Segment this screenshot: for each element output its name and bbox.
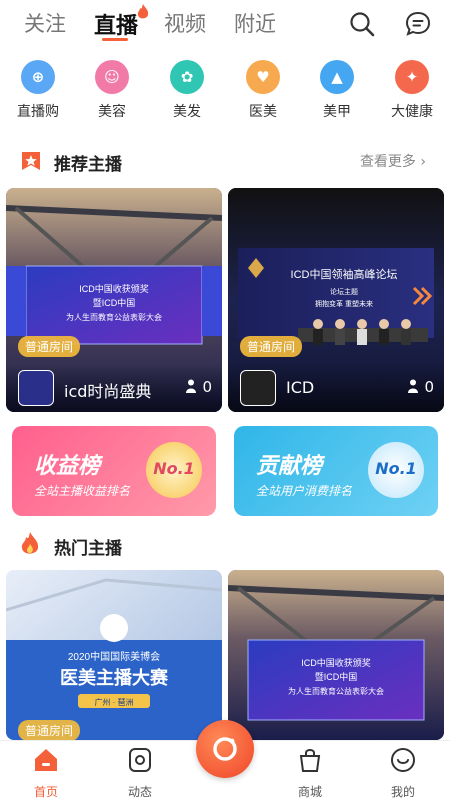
- screen-line: ICD中国领袖高峰论坛: [291, 267, 398, 281]
- nav-label: 首页: [33, 785, 58, 799]
- category-hair[interactable]: ✿ 美发: [157, 60, 217, 121]
- nav-label: 我的: [390, 785, 415, 799]
- anchor-name: icd时尚盛典: [64, 382, 152, 401]
- contribution-rank-banner[interactable]: 贡献榜 全站用户消费排名 No.1: [234, 426, 438, 516]
- banner-title: 收益榜: [34, 454, 101, 479]
- screen-line: 2020中国国际美博会: [68, 650, 160, 663]
- hair-icon: ✿: [170, 60, 204, 94]
- shopping-cart-icon: ⊕: [21, 60, 55, 94]
- face-icon: ☺: [95, 60, 129, 94]
- screen-line: 为人生而教育公益表彰大会: [288, 686, 384, 696]
- avatar[interactable]: [18, 370, 54, 406]
- screen-line: 暨ICD中国: [315, 671, 358, 682]
- viewer-count: 0: [408, 378, 434, 396]
- screen-line: 拥抱变革 重塑未来: [315, 299, 373, 308]
- live-card[interactable]: 2020中国国际美博会 医美主播大赛 广州 · 琶洲 普通房间: [6, 570, 222, 740]
- category-label: 美发: [173, 104, 201, 120]
- go-live-button[interactable]: [196, 720, 254, 778]
- category-live-shopping[interactable]: ⊕ 直播购: [8, 60, 68, 121]
- room-type-badge: 普通房间: [240, 336, 303, 357]
- message-icon[interactable]: [404, 10, 432, 38]
- see-more-link[interactable]: 查看更多 ›: [360, 151, 426, 171]
- trophy-badge-icon: No.1: [368, 442, 424, 498]
- search-icon[interactable]: [348, 10, 376, 38]
- nav-feed[interactable]: 动态: [110, 747, 170, 800]
- home-icon: [35, 749, 57, 771]
- banner-subtitle: 全站主播收益排名: [34, 484, 131, 498]
- tab-nearby[interactable]: 附近: [234, 8, 276, 38]
- category-nails[interactable]: ▲ 美甲: [307, 60, 367, 121]
- person-icon: [408, 379, 419, 393]
- stage-image: ICD中国收获颁奖 暨ICD中国 为人生而教育公益表彰大会: [228, 570, 444, 740]
- live-card[interactable]: ICD中国收获颁奖 暨ICD中国 为人生而教育公益表彰大会 普通房间 icd时尚…: [6, 188, 222, 412]
- screen-line: ICD中国收获颁奖: [79, 283, 149, 294]
- screen-line: 暨ICD中国: [93, 297, 136, 308]
- category-beauty[interactable]: ☺ 美容: [82, 60, 142, 121]
- flame-icon: [137, 4, 149, 19]
- category-row: ⊕ 直播购 ☺ 美容 ✿ 美发 ♥ 医美 ▲ 美甲 ✦ 大健康: [0, 60, 450, 130]
- trophy-badge-icon: No.1: [146, 442, 202, 498]
- person-icon: [186, 379, 197, 393]
- flame-icon: [21, 532, 39, 554]
- live-card[interactable]: ICD中国收获颁奖 暨ICD中国 为人生而教育公益表彰大会: [228, 570, 444, 740]
- category-label: 直播购: [17, 104, 59, 120]
- nav-label: 动态: [127, 785, 152, 799]
- tab-live[interactable]: 直播: [94, 8, 138, 40]
- screen-line: 医美主播大赛: [60, 667, 169, 688]
- runner-icon: ✦: [395, 60, 429, 94]
- section-title: 热门主播: [54, 539, 122, 559]
- nav-home[interactable]: 首页: [16, 747, 76, 800]
- category-health[interactable]: ✦ 大健康: [382, 60, 442, 121]
- camera-icon: [213, 737, 237, 761]
- chevron-right-icon: ›: [420, 154, 426, 170]
- screen-line: 论坛主题: [330, 287, 358, 296]
- hot-header: 热门主播: [0, 532, 450, 559]
- stage-image: 2020中国国际美博会 医美主播大赛 广州 · 琶洲: [6, 570, 222, 740]
- nav-label: 商城: [297, 785, 322, 799]
- section-title: 推荐主播: [54, 155, 122, 175]
- category-label: 医美: [249, 104, 277, 120]
- category-label: 大健康: [391, 104, 433, 120]
- earnings-rank-banner[interactable]: 收益榜 全站主播收益排名 No.1: [12, 426, 216, 516]
- tab-follow[interactable]: 关注: [24, 8, 66, 38]
- shopping-bag-icon: [299, 749, 321, 772]
- room-type-badge: 普通房间: [18, 720, 81, 740]
- banner-title: 贡献榜: [256, 454, 323, 479]
- tab-video[interactable]: 视频: [164, 8, 206, 38]
- nail-icon: ▲: [320, 60, 354, 94]
- room-type-badge: 普通房间: [18, 336, 81, 357]
- category-medical-beauty[interactable]: ♥ 医美: [233, 60, 293, 121]
- avatar[interactable]: [240, 370, 276, 406]
- feed-icon: [129, 748, 151, 772]
- live-card[interactable]: ICD中国领袖高峰论坛 论坛主题 拥抱变革 重塑未来 普通房间 ICD 0: [228, 188, 444, 412]
- screen-line: 广州 · 琶洲: [94, 697, 133, 707]
- top-bar: 关注 直播 视频 附近: [0, 0, 450, 48]
- active-tab-indicator: [102, 38, 128, 41]
- nav-profile[interactable]: 我的: [373, 747, 433, 800]
- star-bookmark-icon: [22, 152, 40, 170]
- anchor-name: ICD: [286, 378, 315, 397]
- category-label: 美甲: [323, 104, 351, 120]
- recommended-header: 推荐主播 查看更多 ›: [0, 148, 450, 175]
- banner-subtitle: 全站用户消费排名: [256, 484, 353, 498]
- screen-line: 为人生而教育公益表彰大会: [66, 312, 162, 322]
- heart-icon: ♥: [246, 60, 280, 94]
- screen-line: ICD中国收获颁奖: [301, 657, 371, 668]
- category-label: 美容: [98, 104, 126, 120]
- nav-mall[interactable]: 商城: [280, 747, 340, 800]
- profile-icon: [391, 748, 415, 772]
- viewer-count: 0: [186, 378, 212, 396]
